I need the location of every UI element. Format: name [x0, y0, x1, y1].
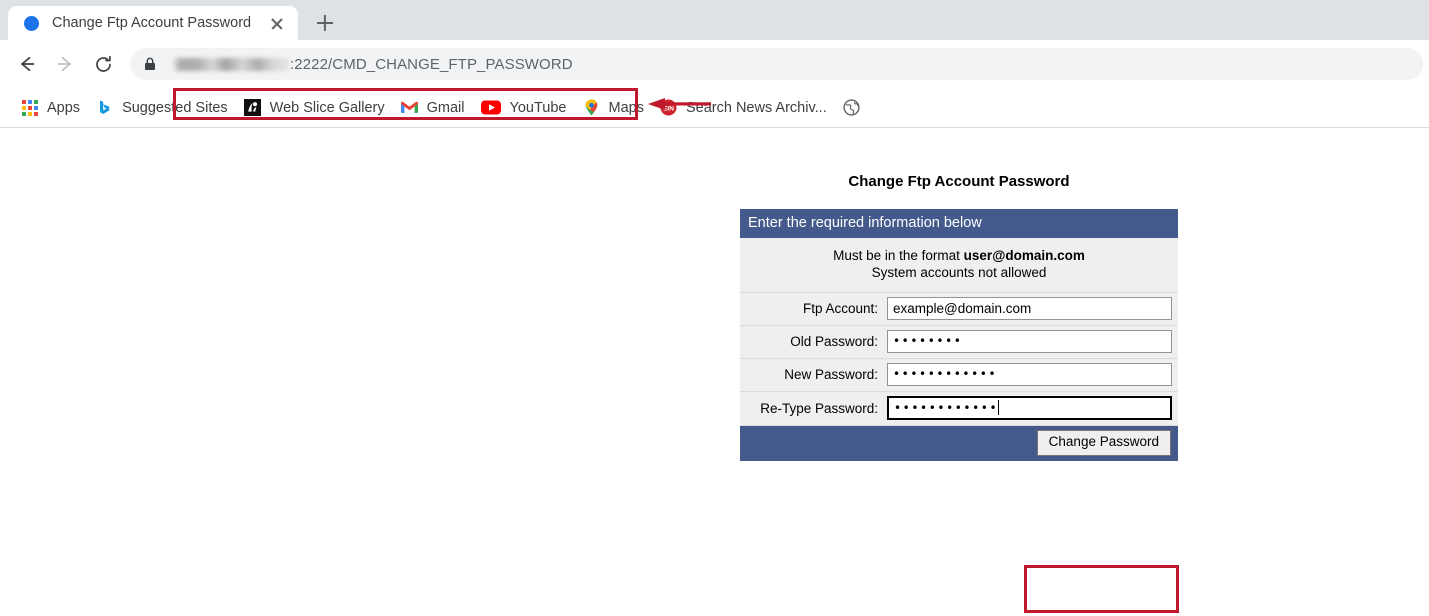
web-slice-icon — [243, 99, 261, 116]
button-highlight-annotation — [1024, 565, 1179, 613]
bookmark-label: Gmail — [426, 99, 465, 116]
bookmark-web-slice-gallery[interactable]: Web Slice Gallery — [236, 94, 393, 122]
panel-footer: Change Password — [740, 425, 1178, 462]
reload-button[interactable] — [86, 47, 120, 81]
bookmark-globe[interactable] — [835, 94, 877, 122]
panel-header-label: Enter the required information below — [740, 209, 1178, 238]
ftp-account-label: Ftp Account: — [740, 292, 887, 326]
bing-b-icon — [100, 100, 110, 114]
bookmark-suggested-sites[interactable]: Suggested Sites — [88, 94, 236, 122]
apps-grid-icon — [22, 99, 38, 116]
password-mask: •••••••••••• — [893, 367, 998, 382]
note-line1-strong: user@domain.com — [963, 248, 1085, 263]
back-arrow-icon — [21, 56, 35, 72]
tab-strip: Change Ftp Account Password — [0, 0, 1429, 40]
table-row: New Password: •••••••••••• — [740, 358, 1178, 392]
youtube-icon — [480, 100, 501, 115]
password-mask: •••••••••••• — [894, 400, 999, 415]
bookmarks-bar: Apps Suggested Sites Web Slice Gallery G… — [0, 88, 1429, 128]
forward-button[interactable] — [48, 47, 82, 81]
new-password-label: New Password: — [740, 358, 887, 392]
maps-pin-icon — [585, 99, 597, 116]
red-arrow-annotation — [648, 98, 711, 110]
password-mask: •••••••• — [893, 334, 963, 349]
bookmark-label: Apps — [47, 99, 81, 116]
browser-tab[interactable]: Change Ftp Account Password — [8, 6, 298, 40]
panel-note-row: Must be in the format user@domain.com Sy… — [740, 238, 1178, 293]
change-password-button[interactable]: Change Password — [1036, 430, 1171, 457]
tab-title: Change Ftp Account Password — [52, 15, 252, 31]
format-note: Must be in the format user@domain.com Sy… — [740, 238, 1178, 293]
new-password-input[interactable]: •••••••••••• — [887, 362, 1172, 386]
close-icon[interactable] — [266, 12, 288, 34]
bookmark-maps[interactable]: Maps — [575, 94, 652, 122]
bookmark-label: Web Slice Gallery — [269, 99, 385, 116]
browser-toolbar: :2222/CMD_CHANGE_FTP_PASSWORD — [0, 40, 1429, 120]
gmail-icon — [400, 101, 418, 114]
note-line1-prefix: Must be in the format — [833, 248, 964, 263]
page-content: Change Ftp Account Password Enter the re… — [0, 128, 1429, 615]
new-password-cell: •••••••••••• — [887, 358, 1178, 392]
ftp-account-input[interactable] — [887, 296, 1172, 320]
text-caret — [998, 400, 1000, 416]
back-button[interactable] — [10, 47, 44, 81]
change-password-form: Change Ftp Account Password Enter the re… — [740, 173, 1178, 462]
globe-icon — [843, 99, 860, 116]
old-password-input[interactable]: •••••••• — [887, 329, 1172, 353]
page-title: Change Ftp Account Password — [848, 173, 1070, 190]
retype-password-label: Re-Type Password: — [740, 391, 887, 426]
table-row: Ftp Account: — [740, 292, 1178, 326]
table-row: Old Password: •••••••• — [740, 325, 1178, 359]
reload-icon — [95, 55, 111, 72]
url-text: :2222/CMD_CHANGE_FTP_PASSWORD — [290, 55, 573, 73]
panel-header-row: Enter the required information below — [740, 209, 1178, 238]
old-password-label: Old Password: — [740, 325, 887, 359]
browser-window: Change Ftp Account Password:2222/CMD_CH… — [0, 0, 1429, 616]
old-password-cell: •••••••• — [887, 325, 1178, 359]
bookmark-apps[interactable]: Apps — [14, 94, 88, 122]
forward-arrow-icon — [57, 56, 71, 72]
form-panel: Enter the required information below Mus… — [740, 209, 1178, 462]
bookmark-label: Suggested Sites — [122, 99, 228, 116]
lock-icon — [145, 57, 155, 70]
new-tab-button[interactable] — [310, 8, 340, 38]
retype-password-input[interactable]: •••••••••••• — [887, 395, 1172, 420]
tab-favicon-icon — [24, 15, 39, 31]
table-row: Re-Type Password: •••••••••••• — [740, 391, 1178, 426]
panel-footer-row: Change Password — [740, 425, 1178, 462]
retype-password-cell: •••••••••••• — [887, 391, 1178, 426]
bookmark-gmail[interactable]: Gmail — [393, 94, 473, 122]
url-text-wrapper: :2222/CMD_CHANGE_FTP_PASSWORD — [172, 52, 1423, 76]
note-line2: System accounts not allowed — [871, 265, 1047, 281]
ftp-account-cell — [887, 292, 1178, 326]
bookmark-label: YouTube — [509, 99, 567, 116]
bookmark-youtube[interactable]: YouTube — [473, 94, 575, 122]
redacted-domain — [172, 57, 290, 71]
address-bar[interactable]: :2222/CMD_CHANGE_FTP_PASSWORD — [130, 48, 1423, 80]
bookmark-label: Maps — [608, 99, 644, 116]
